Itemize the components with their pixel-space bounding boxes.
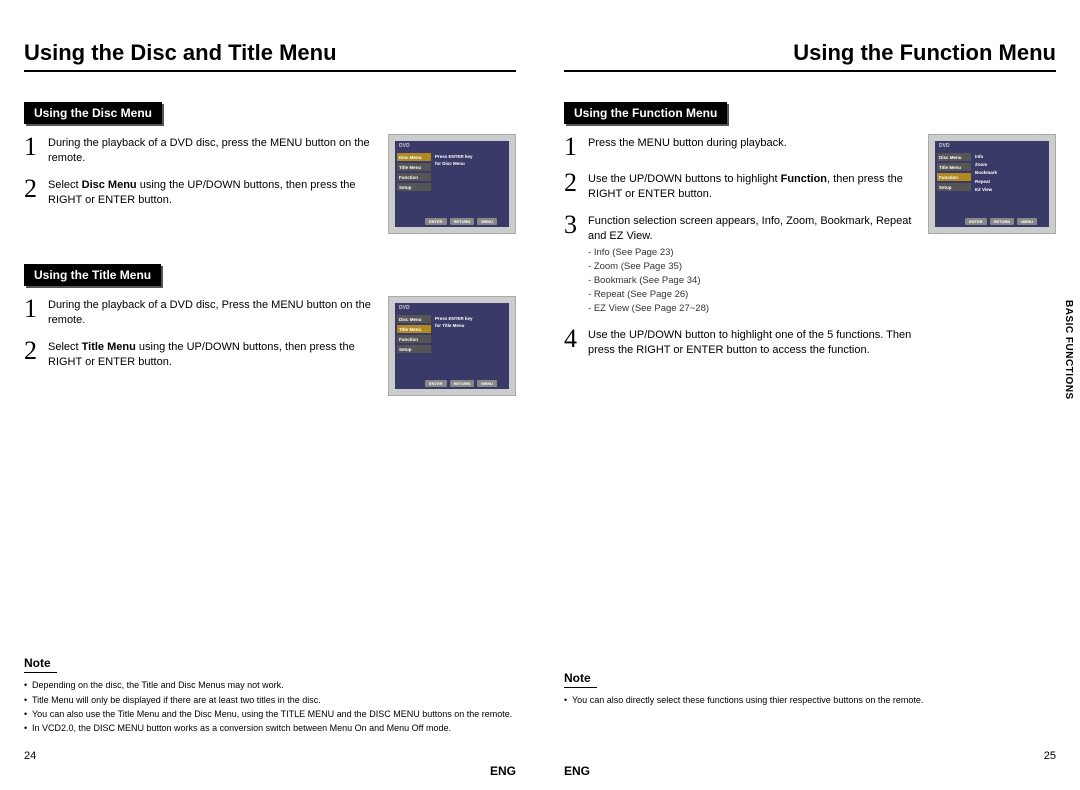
step-item: 2 Use the UP/DOWN buttons to highlight F…	[564, 170, 916, 202]
step-text: Use the UP/DOWN button to highlight one …	[588, 326, 916, 358]
footer-language: ENG	[490, 764, 516, 778]
note-block: Note You can also directly select these …	[564, 669, 1056, 708]
step-item: 1 Press the MENU button during playback.	[564, 134, 916, 160]
note-item: Depending on the disc, the Title and Dis…	[24, 679, 516, 691]
section-label: Using the Function Menu	[564, 102, 727, 124]
step-text: Select Disc Menu using the UP/DOWN butto…	[48, 176, 376, 208]
step-text: During the playback of a DVD disc, press…	[48, 134, 376, 166]
step-number: 4	[564, 326, 584, 352]
step-text: Press the MENU button during playback.	[588, 134, 916, 151]
step-number: 1	[24, 296, 44, 322]
page-left: Using the Disc and Title Menu Using the …	[0, 0, 540, 790]
section-label: Using the Title Menu	[24, 264, 161, 286]
page-title: Using the Disc and Title Menu	[24, 40, 516, 72]
section-label: Using the Disc Menu	[24, 102, 162, 124]
note-item: In VCD2.0, the DISC MENU button works as…	[24, 722, 516, 734]
sub-list: Info (See Page 23) Zoom (See Page 35) Bo…	[588, 247, 916, 315]
page-right: Using the Function Menu BASIC FUNCTIONS …	[540, 0, 1080, 790]
note-block: Note Depending on the disc, the Title an…	[24, 654, 516, 736]
step-text: Select Title Menu using the UP/DOWN butt…	[48, 338, 376, 370]
screenshot-title-menu: DVD Disc Menu Title Menu Function Setup …	[388, 296, 516, 396]
step-text: During the playback of a DVD disc, Press…	[48, 296, 376, 328]
step-number: 3	[564, 212, 584, 238]
step-item: 1 During the playback of a DVD disc, Pre…	[24, 296, 376, 328]
step-item: 2 Select Disc Menu using the UP/DOWN but…	[24, 176, 376, 208]
step-text: Use the UP/DOWN buttons to highlight Fun…	[588, 170, 916, 202]
step-item: 3 Function selection screen appears, Inf…	[564, 212, 916, 317]
section-title-menu: Using the Title Menu 1 During the playba…	[24, 264, 516, 396]
step-item: 2 Select Title Menu using the UP/DOWN bu…	[24, 338, 376, 370]
note-item: You can also directly select these funct…	[564, 694, 1056, 706]
step-item: 1 During the playback of a DVD disc, pre…	[24, 134, 376, 166]
step-number: 1	[564, 134, 584, 160]
note-item: Title Menu will only be displayed if the…	[24, 694, 516, 706]
page-number: 25	[1044, 750, 1056, 762]
step-text: Function selection screen appears, Info,…	[588, 212, 916, 317]
step-item: 4 Use the UP/DOWN button to highlight on…	[564, 326, 916, 358]
page-number: 24	[24, 750, 36, 762]
footer-language: ENG	[564, 764, 590, 778]
page-title: Using the Function Menu	[564, 40, 1056, 72]
step-number: 1	[24, 134, 44, 160]
step-number: 2	[564, 170, 584, 196]
section-function-menu: Using the Function Menu 1 Press the MENU…	[564, 102, 1056, 368]
step-number: 2	[24, 338, 44, 364]
note-label: Note	[24, 654, 57, 673]
side-tab: BASIC FUNCTIONS	[1063, 300, 1074, 400]
note-item: You can also use the Title Menu and the …	[24, 708, 516, 720]
section-disc-menu: Using the Disc Menu 1 During the playbac…	[24, 102, 516, 234]
note-label: Note	[564, 669, 597, 688]
screenshot-function-menu: DVD Disc Menu Title Menu Function Setup …	[928, 134, 1056, 234]
screenshot-disc-menu: DVD Disc Menu Title Menu Function Setup …	[388, 134, 516, 234]
step-number: 2	[24, 176, 44, 202]
